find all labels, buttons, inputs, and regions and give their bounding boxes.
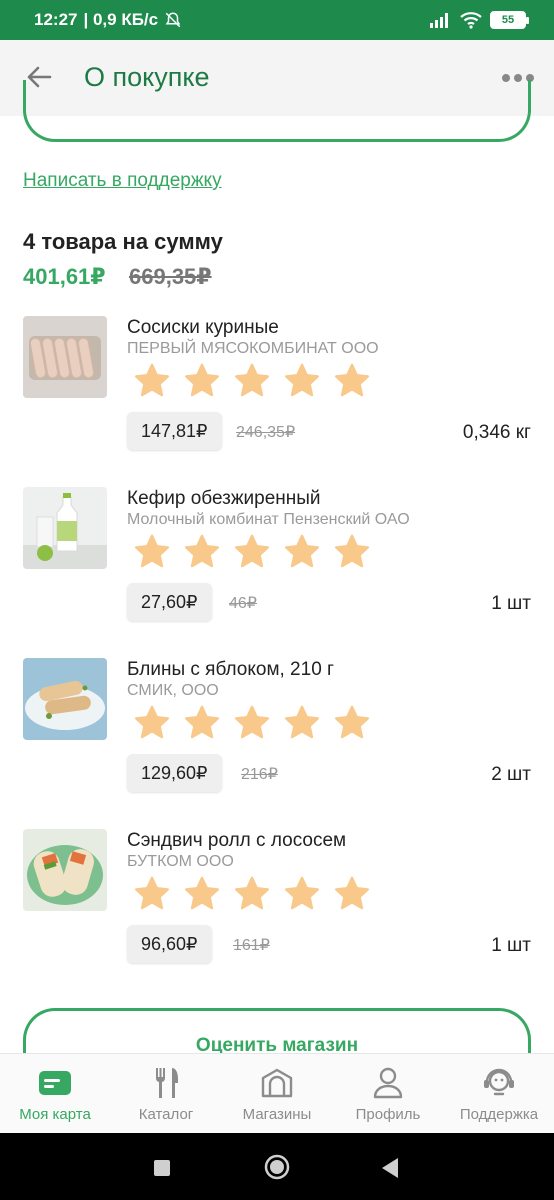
product-maker: Молочный комбинат Пензенский ОАО (127, 511, 410, 528)
list-item[interactable]: Блины с яблоком, 210 г СМИК, ООО 129,60₽… (0, 658, 554, 818)
rating-stars[interactable] (133, 362, 371, 400)
product-image-sausages (23, 316, 107, 398)
star-icon[interactable] (183, 533, 221, 571)
product-image-pancakes (23, 658, 107, 740)
home-icon[interactable] (263, 1153, 291, 1181)
nav-label: Поддержка (459, 1106, 539, 1123)
status-time: 12:27 (34, 10, 78, 29)
rating-stars[interactable] (133, 533, 371, 571)
bottom-nav: Моя карта Каталог Магазины Профиль Подде… (0, 1053, 554, 1133)
star-icon[interactable] (333, 704, 371, 742)
list-item[interactable]: Сосиски куриные ПЕРВЫЙ МЯСОКОМБИНАТ ООО … (0, 316, 554, 476)
star-icon[interactable] (233, 875, 271, 913)
product-name: Блины с яблоком, 210 г (127, 659, 334, 680)
price-chip: 27,60₽ (127, 583, 212, 621)
recent-apps-icon[interactable] (153, 1159, 171, 1177)
nav-support[interactable]: Поддержка (444, 1054, 554, 1134)
summary-total: 401,61₽ (23, 264, 106, 289)
product-maker: ПЕРВЫЙ МЯСОКОМБИНАТ ООО (127, 340, 379, 357)
star-icon[interactable] (183, 704, 221, 742)
profile-icon (373, 1067, 403, 1099)
star-icon[interactable] (333, 362, 371, 400)
price-chip: 129,60₽ (127, 754, 222, 792)
product-image-kefir (23, 487, 107, 569)
list-item[interactable]: Кефир обезжиренный Молочный комбинат Пен… (0, 487, 554, 647)
price-chip: 147,81₽ (127, 412, 222, 450)
wifi-icon (460, 12, 482, 29)
product-name: Сэндвич ролл с лососем (127, 830, 347, 851)
star-icon[interactable] (283, 362, 321, 400)
store-icon (261, 1068, 293, 1098)
price-chip: 96,60₽ (127, 925, 212, 963)
star-icon[interactable] (133, 875, 171, 913)
price-old: 246,35₽ (236, 424, 296, 441)
star-icon[interactable] (233, 704, 271, 742)
rating-stars[interactable] (133, 875, 371, 913)
product-name: Кефир обезжиренный (127, 488, 321, 509)
nav-label: Моя карта (19, 1106, 91, 1123)
price-old: 216₽ (241, 766, 278, 783)
summary-total-old: 669,35₽ (129, 264, 212, 289)
star-icon[interactable] (183, 875, 221, 913)
bell-off-icon (165, 12, 181, 28)
star-icon[interactable] (133, 704, 171, 742)
product-quantity: 2 шт (491, 764, 531, 785)
star-icon[interactable] (333, 533, 371, 571)
price-old: 46₽ (229, 595, 257, 612)
summary-title: 4 товара на сумму (23, 229, 223, 254)
list-item[interactable]: Сэндвич ролл с лососем БУТКОМ ООО 96,60₽… (0, 829, 554, 989)
card-icon (39, 1071, 71, 1095)
rating-stars[interactable] (133, 704, 371, 742)
nav-label: Каталог (138, 1106, 194, 1123)
nav-my-card[interactable]: Моя карта (0, 1054, 110, 1134)
product-name: Сосиски куриные (127, 317, 279, 338)
star-icon[interactable] (283, 704, 321, 742)
status-network-speed: | 0,9 КБ/с (83, 10, 159, 29)
star-icon[interactable] (133, 533, 171, 571)
star-icon[interactable] (283, 875, 321, 913)
signal-icon (430, 13, 448, 28)
product-maker: СМИК, ООО (127, 682, 219, 699)
price-old: 161₽ (233, 937, 270, 954)
star-icon[interactable] (283, 533, 321, 571)
nav-catalog[interactable]: Каталог (111, 1054, 221, 1134)
back-icon[interactable] (380, 1157, 400, 1179)
star-icon[interactable] (183, 362, 221, 400)
system-nav-bar (0, 1133, 554, 1200)
product-quantity: 1 шт (491, 935, 531, 956)
nav-stores[interactable]: Магазины (222, 1054, 332, 1134)
product-quantity: 1 шт (491, 593, 531, 614)
product-quantity: 0,346 кг (462, 422, 531, 443)
nav-label: Профиль (355, 1106, 421, 1123)
status-bar: 12:27 | 0,9 КБ/с 55 (0, 0, 554, 40)
nav-profile[interactable]: Профиль (333, 1054, 443, 1134)
support-icon (484, 1068, 514, 1096)
product-image-sandwich-roll (23, 829, 107, 911)
star-icon[interactable] (233, 362, 271, 400)
star-icon[interactable] (333, 875, 371, 913)
support-link[interactable]: Написать в поддержку (23, 170, 222, 192)
partial-outlined-button[interactable] (23, 80, 531, 142)
star-icon[interactable] (133, 362, 171, 400)
nav-label: Магазины (242, 1106, 312, 1123)
battery-icon: 55 (490, 11, 529, 29)
cutlery-icon (155, 1068, 178, 1098)
star-icon[interactable] (233, 533, 271, 571)
product-maker: БУТКОМ ООО (127, 853, 234, 870)
